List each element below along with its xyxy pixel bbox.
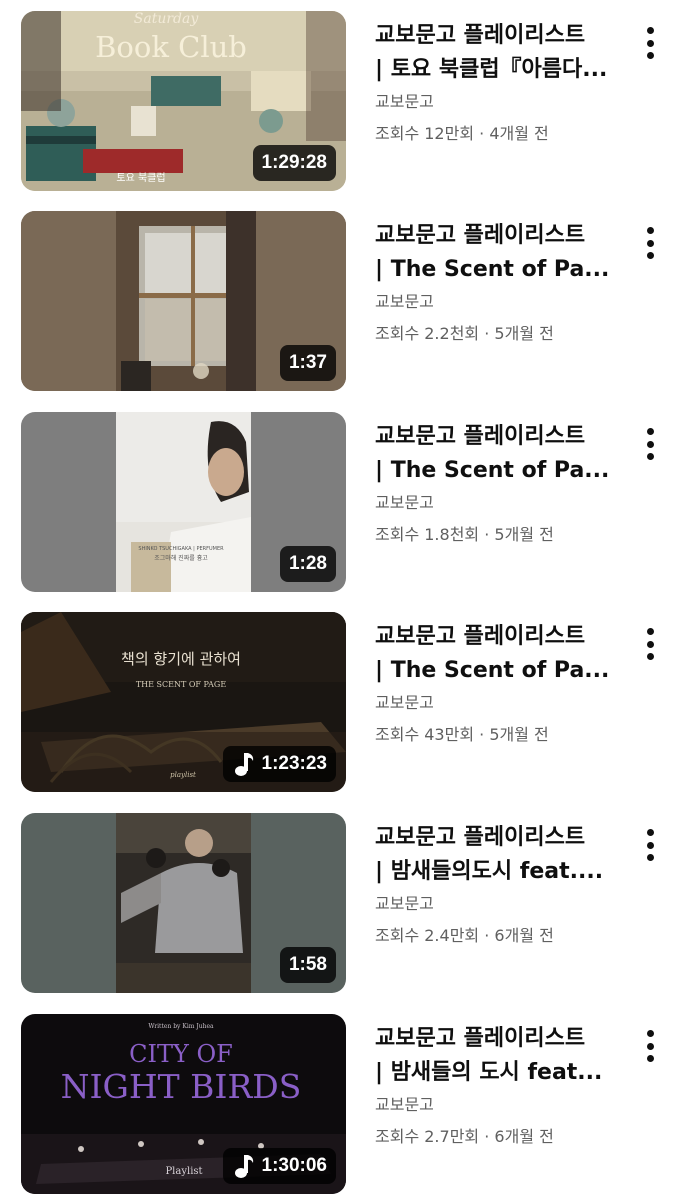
more-options-icon[interactable] [636, 223, 664, 263]
video-meta: 조회수 2.7만회 · 6개월 전 [375, 1126, 554, 1148]
duration-text: 1:29:28 [261, 152, 328, 173]
duration-badge: 1:28 [279, 546, 336, 582]
video-title[interactable]: 교보문고 플레이리스트 | The Scent of Pa... [375, 620, 615, 688]
duration-badge: 1:58 [279, 947, 336, 983]
more-options-icon[interactable] [636, 23, 664, 63]
more-options-icon[interactable] [636, 624, 664, 664]
more-options-icon[interactable] [636, 1026, 664, 1066]
video-title[interactable]: 교보문고 플레이리스트 | The Scent of Pa... [375, 219, 615, 287]
duration-text: 1:28 [288, 553, 327, 574]
video-thumbnail[interactable]: 책의 향기에 관하여 THE SCENT OF PAGE playlist 1:… [21, 612, 346, 792]
meta-separator: · [479, 725, 485, 744]
video-title-line1: 교보문고 플레이리스트 [375, 624, 586, 649]
video-title-line2: | 밤새들의도시 feat.... [375, 859, 604, 884]
view-count: 조회수 2.7만회 [375, 1127, 480, 1146]
upload-age: 5개월 전 [494, 525, 554, 544]
view-count: 조회수 2.4만회 [375, 926, 480, 945]
upload-age: 5개월 전 [494, 324, 554, 343]
video-meta: 조회수 1.8천회 · 5개월 전 [375, 524, 554, 546]
duration-text: 1:23:23 [261, 753, 328, 774]
thumbnail-title-line1: CITY OF [129, 1040, 233, 1068]
thumbnail-subtitle-text: THE SCENT OF PAGE [136, 680, 226, 689]
video-item[interactable]: 책의 향기에 관하여 THE SCENT OF PAGE playlist 1:… [0, 612, 692, 794]
thumbnail-caption-text: Playlist [165, 1166, 202, 1177]
thumbnail-caption-text: 조그마해 진짜를 흉고 [154, 554, 208, 562]
channel-name[interactable]: 교보문고 [375, 91, 434, 113]
view-count: 조회수 12만회 [375, 124, 475, 143]
upload-age: 6개월 전 [494, 1127, 554, 1146]
video-meta: 조회수 43만회 · 5개월 전 [375, 724, 549, 746]
channel-name[interactable]: 교보문고 [375, 291, 434, 313]
thumbnail-credit-text: Written by Kim Juhea [148, 1023, 214, 1030]
video-item[interactable]: Saturday Book Club 토요 북클럽 1:29:28 교보문고 플… [0, 11, 692, 193]
thumbnail-title-line2: NIGHT BIRDS [61, 1067, 302, 1106]
meta-separator: · [484, 324, 490, 343]
video-item[interactable]: 1:37 교보문고 플레이리스트 | The Scent of Pa... 교보… [0, 211, 692, 393]
video-title[interactable]: 교보문고 플레이리스트 | 토요 북클럽『아름다... [375, 19, 615, 87]
channel-name[interactable]: 교보문고 [375, 893, 434, 915]
duration-badge: 1:23:23 [222, 746, 336, 782]
video-meta: 조회수 12만회 · 4개월 전 [375, 123, 549, 145]
upload-age: 5개월 전 [489, 725, 549, 744]
video-item[interactable]: Written by Kim Juhea CITY OF NIGHT BIRDS… [0, 1014, 692, 1196]
video-item[interactable]: 1:58 교보문고 플레이리스트 | 밤새들의도시 feat.... 교보문고 … [0, 813, 692, 995]
video-title-line2: | 밤새들의 도시 feat... [375, 1060, 603, 1085]
duration-badge: 1:29:28 [252, 145, 336, 181]
video-title-line2: | The Scent of Pa... [375, 658, 610, 683]
view-count: 조회수 1.8천회 [375, 525, 480, 544]
music-note-icon [234, 753, 253, 776]
video-title-line1: 교보문고 플레이리스트 [375, 23, 586, 48]
video-title[interactable]: 교보문고 플레이리스트 | 밤새들의도시 feat.... [375, 821, 615, 889]
video-thumbnail[interactable]: 1:37 [21, 211, 346, 391]
video-item[interactable]: SHINKO TSUCHIGAKA | PERFUMER 조그마해 진짜를 흉고… [0, 412, 692, 594]
video-title-line1: 교보문고 플레이리스트 [375, 223, 586, 248]
more-options-icon[interactable] [636, 424, 664, 464]
thumbnail-title-text: 책의 향기에 관하여 [121, 650, 241, 668]
upload-age: 6개월 전 [494, 926, 554, 945]
video-thumbnail[interactable]: 1:58 [21, 813, 346, 993]
meta-separator: · [479, 124, 485, 143]
more-options-icon[interactable] [636, 825, 664, 865]
thumbnail-caption-text: 토요 북클럽 [116, 172, 165, 184]
channel-name[interactable]: 교보문고 [375, 1094, 434, 1116]
duration-badge: 1:37 [279, 345, 336, 381]
video-title[interactable]: 교보문고 플레이리스트 | The Scent of Pa... [375, 420, 615, 488]
duration-text: 1:30:06 [261, 1155, 328, 1176]
video-thumbnail[interactable]: Written by Kim Juhea CITY OF NIGHT BIRDS… [21, 1014, 346, 1194]
view-count: 조회수 43만회 [375, 725, 475, 744]
video-thumbnail[interactable]: Saturday Book Club 토요 북클럽 1:29:28 [21, 11, 346, 191]
video-title-line1: 교보문고 플레이리스트 [375, 1026, 586, 1051]
channel-name[interactable]: 교보문고 [375, 692, 434, 714]
meta-separator: · [484, 926, 490, 945]
meta-separator: · [484, 1127, 490, 1146]
view-count: 조회수 2.2천회 [375, 324, 480, 343]
channel-name[interactable]: 교보문고 [375, 492, 434, 514]
upload-age: 4개월 전 [489, 124, 549, 143]
duration-text: 1:58 [288, 954, 327, 975]
thumbnail-script-text: Saturday [134, 11, 200, 27]
video-title-line2: | The Scent of Pa... [375, 257, 610, 282]
video-title-line2: | The Scent of Pa... [375, 458, 610, 483]
video-title-line2: | 토요 북클럽『아름다... [375, 57, 608, 82]
video-thumbnail[interactable]: SHINKO TSUCHIGAKA | PERFUMER 조그마해 진짜를 흉고… [21, 412, 346, 592]
video-title-line1: 교보문고 플레이리스트 [375, 424, 586, 449]
video-meta: 조회수 2.4만회 · 6개월 전 [375, 925, 554, 947]
video-title[interactable]: 교보문고 플레이리스트 | 밤새들의 도시 feat... [375, 1022, 615, 1090]
thumbnail-caption-text: SHINKO TSUCHIGAKA | PERFUMER [138, 546, 224, 552]
music-note-icon [234, 1155, 253, 1178]
meta-separator: · [484, 525, 490, 544]
thumbnail-title-text: Book Club [95, 30, 247, 64]
thumbnail-caption-text: playlist [170, 771, 196, 779]
video-meta: 조회수 2.2천회 · 5개월 전 [375, 323, 554, 345]
duration-text: 1:37 [288, 352, 327, 373]
video-title-line1: 교보문고 플레이리스트 [375, 825, 586, 850]
duration-badge: 1:30:06 [222, 1148, 336, 1184]
